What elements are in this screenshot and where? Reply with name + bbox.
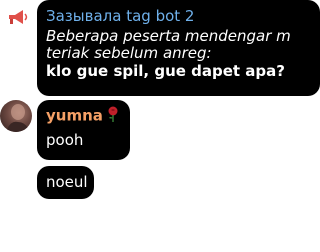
message-text: noeul <box>46 173 88 191</box>
avatar[interactable] <box>0 100 32 132</box>
rose-icon <box>106 106 120 126</box>
sender-name-text[interactable]: yumna <box>46 107 103 125</box>
message-text: pooh <box>46 131 84 149</box>
sender-name[interactable]: Зазывала tag bot 2 <box>46 7 311 25</box>
message-text-bold: klo gue spil, gue dapet apa? <box>46 62 285 80</box>
message-text-italic: Beberapa peserta mendengar m teriak sebe… <box>46 27 291 62</box>
message-bubble-user-followup[interactable]: noeul <box>37 166 94 199</box>
message-bubble-bot[interactable]: Зазывала tag bot 2 Beberapa peserta mend… <box>37 0 320 96</box>
message-bubble-user[interactable]: yumna pooh <box>37 100 130 160</box>
megaphone-icon <box>6 8 30 28</box>
sender-name[interactable]: yumna <box>46 106 121 126</box>
